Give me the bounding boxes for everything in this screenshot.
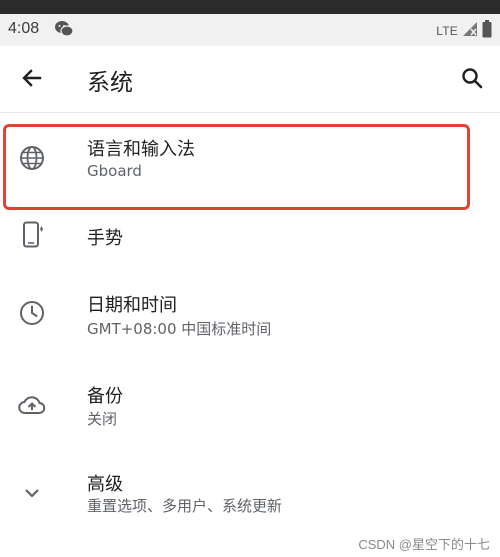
- globe-icon: [18, 144, 46, 172]
- arrow-left-icon: [20, 66, 44, 94]
- watermark: CSDN @星空下的十七: [358, 537, 490, 552]
- settings-item-gestures[interactable]: 手势: [0, 205, 500, 269]
- page-title: 系统: [87, 70, 133, 96]
- search-icon: [460, 66, 484, 94]
- app-bar: 系统: [0, 46, 500, 113]
- settings-item-title: 高级: [87, 474, 123, 495]
- settings-item-date-time[interactable]: 日期和时间 GMT+08:00 中国标准时间: [0, 280, 500, 360]
- settings-item-title: 日期和时间: [87, 295, 177, 316]
- settings-item-backup[interactable]: 备份 关闭: [0, 371, 500, 451]
- battery-icon: [482, 20, 492, 42]
- settings-item-subtitle: 重置选项、多用户、系统更新: [87, 497, 283, 515]
- wechat-notification-icon: [54, 20, 74, 38]
- settings-item-subtitle: 关闭: [87, 410, 118, 428]
- settings-item-subtitle: Gboard: [87, 162, 142, 180]
- phone-gesture-icon: [18, 221, 46, 249]
- settings-item-title: 手势: [87, 228, 123, 249]
- settings-item-advanced[interactable]: 高级 重置选项、多用户、系统更新: [0, 458, 500, 538]
- back-button[interactable]: [14, 62, 50, 98]
- settings-item-subtitle: GMT+08:00 中国标准时间: [87, 320, 272, 338]
- top-edge: [0, 0, 500, 14]
- settings-item-title: 语言和输入法: [87, 139, 195, 160]
- settings-item-title: 备份: [87, 386, 123, 407]
- settings-item-language-input[interactable]: 语言和输入法 Gboard: [0, 124, 500, 204]
- cloud-upload-icon: [18, 391, 46, 419]
- chevron-down-icon: [18, 479, 46, 507]
- search-button[interactable]: [454, 62, 490, 98]
- status-time: 4:08: [8, 20, 40, 37]
- status-bar: 4:08 LTE: [0, 14, 500, 46]
- signal-icon: [462, 21, 478, 41]
- network-type: LTE: [436, 24, 458, 38]
- clock-icon: [18, 299, 46, 327]
- status-indicators: LTE: [436, 20, 492, 42]
